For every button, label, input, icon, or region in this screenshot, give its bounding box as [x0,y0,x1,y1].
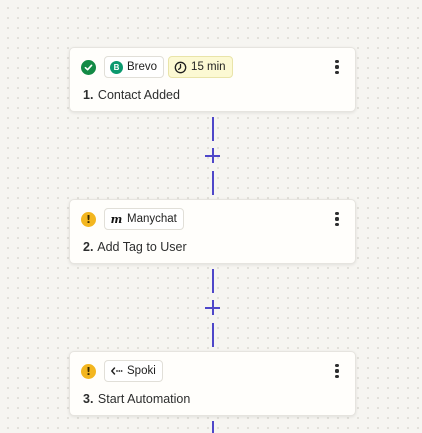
manychat-logo-icon: m [110,212,123,226]
connector-line [212,117,214,141]
plus-icon[interactable] [204,299,221,316]
step-card-1[interactable]: B Brevo 15 min 1. Contact Added [69,47,356,112]
more-vertical-icon[interactable] [330,362,344,380]
step-name: Start Automation [97,392,191,406]
step-number: 1. [83,88,94,102]
schedule-label: 15 min [191,61,226,73]
app-chip-spoki[interactable]: Spoki [104,360,163,382]
step-number: 3. [83,392,94,406]
connector-line [212,421,214,433]
app-name: Spoki [127,365,156,377]
step-card-3[interactable]: ! Spoki 3. Start Automation [69,351,356,416]
step-title: 2. Add Tag to User [83,240,187,254]
step-name: Contact Added [97,88,180,102]
app-name: Manychat [127,213,177,225]
clock-icon [174,61,187,74]
app-chip-brevo[interactable]: B Brevo [104,56,165,78]
app-name: Brevo [127,61,158,73]
connector-line [212,171,214,195]
connector-line [212,323,214,347]
connector-line [212,269,214,293]
more-vertical-icon[interactable] [330,210,344,228]
step-title: 3. Start Automation [83,392,190,406]
more-vertical-icon[interactable] [330,58,344,76]
warning-circle-icon: ! [81,211,96,227]
app-chip-manychat[interactable]: m Manychat [104,208,184,230]
step-number: 2. [83,240,94,254]
plus-icon[interactable] [204,147,221,164]
step-card-2[interactable]: ! m Manychat 2. Add Tag to User [69,199,356,264]
check-circle-icon [81,59,96,75]
step-name: Add Tag to User [97,240,187,254]
schedule-chip[interactable]: 15 min [168,56,233,78]
step-title: 1. Contact Added [83,88,180,102]
spoki-logo-icon [110,365,123,378]
step-2-header: ! m Manychat [81,207,184,231]
step-3-header: ! Spoki [81,359,163,383]
step-1-header: B Brevo 15 min [81,55,233,79]
warning-circle-icon: ! [81,363,96,379]
brevo-logo-icon: B [110,60,123,74]
